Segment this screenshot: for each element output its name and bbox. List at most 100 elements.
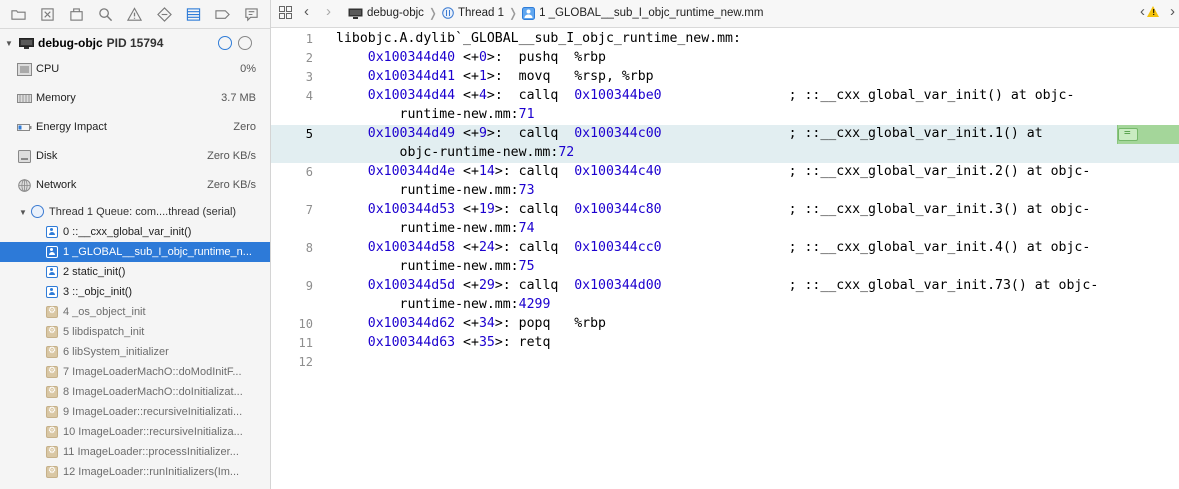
line-number[interactable]: 9 bbox=[271, 279, 313, 293]
gauge-value: Zero KB/s bbox=[207, 179, 256, 191]
line-number[interactable]: 5 bbox=[271, 127, 313, 141]
line-number[interactable]: 3 bbox=[271, 70, 313, 84]
code-address: 0x100344d63 bbox=[367, 335, 456, 350]
code-token: runtime-new.mm: bbox=[336, 297, 519, 312]
code-token: >: popq %rbp bbox=[494, 316, 606, 331]
code-token: >: pushq %rbp bbox=[486, 50, 606, 65]
code-token: >: callq bbox=[486, 126, 575, 141]
code-line[interactable]: 8 0x100344d58 <+24>: callq 0x100344cc0 ;… bbox=[271, 239, 1179, 277]
line-number[interactable]: 12 bbox=[271, 355, 313, 369]
stack-frame-row[interactable]: 9 ImageLoader::recursiveInitializati... bbox=[0, 402, 270, 422]
disclosure-triangle-icon[interactable]: ▼ bbox=[5, 39, 15, 48]
code-line[interactable]: 5 0x100344d49 <+9>: callq 0x100344c00 ; … bbox=[271, 125, 1179, 163]
jump-bar: ‹ › debug-objc ❭ Thread 1 ❭ 1 _GLOBAL__s… bbox=[271, 0, 1179, 28]
code-line[interactable]: 1 libobjc.A.dylib`_GLOBAL__sub_I_objc_run… bbox=[271, 30, 1179, 49]
test-icon[interactable] bbox=[156, 6, 172, 22]
forward-button[interactable]: › bbox=[326, 3, 331, 20]
code-line[interactable]: 3 0x100344d41 <+1>: movq %rsp, %rbp bbox=[271, 68, 1179, 87]
gauge-disk[interactable]: Disk Zero KB/s bbox=[0, 146, 270, 166]
code-line[interactable]: 11 0x100344d63 <+35>: retq bbox=[271, 334, 1179, 353]
stack-frame-row[interactable]: 11 ImageLoader::processInitializer... bbox=[0, 442, 270, 462]
code-token: <+ bbox=[455, 126, 479, 141]
line-number[interactable]: 6 bbox=[271, 165, 313, 179]
line-number[interactable]: 7 bbox=[271, 203, 313, 217]
breakpoint-icon[interactable] bbox=[214, 6, 230, 22]
monitor-icon bbox=[19, 37, 34, 49]
user-frame-icon bbox=[46, 226, 58, 238]
disclosure-triangle-icon[interactable]: ▼ bbox=[19, 208, 27, 217]
back-button[interactable]: ‹ bbox=[304, 3, 309, 20]
stack-frame-row[interactable]: 1 _GLOBAL__sub_I_objc_runtime_n... bbox=[0, 242, 270, 262]
search-icon[interactable] bbox=[98, 6, 114, 22]
code-line[interactable]: 9 0x100344d5d <+29>: callq 0x100344d00 ;… bbox=[271, 277, 1179, 315]
source-control-icon[interactable] bbox=[40, 6, 56, 22]
program-counter-marker[interactable] bbox=[1117, 125, 1179, 144]
gauge-network[interactable]: Network Zero KB/s bbox=[0, 175, 270, 195]
gauge-label: Disk bbox=[36, 150, 58, 162]
code-line[interactable]: 2 0x100344d40 <+0>: pushq %rbp bbox=[271, 49, 1179, 68]
line-number[interactable]: 8 bbox=[271, 241, 313, 255]
code-token: >: callq bbox=[486, 88, 575, 103]
grid-icon[interactable] bbox=[279, 6, 292, 19]
code-token: <+ bbox=[455, 316, 479, 331]
code-line[interactable]: 10 0x100344d62 <+34>: popq %rbp bbox=[271, 315, 1179, 334]
stack-frame-label: 5 libdispatch_init bbox=[63, 326, 145, 338]
code-address: 0x100344d5d bbox=[367, 278, 456, 293]
process-row[interactable]: ▼ debug-objc PID 15794 bbox=[0, 33, 270, 53]
stack-frame-row[interactable]: 4 _os_object_init bbox=[0, 302, 270, 322]
debug-icon[interactable] bbox=[185, 6, 201, 22]
stack-frame-row[interactable]: 5 libdispatch_init bbox=[0, 322, 270, 342]
disassembly-editor[interactable]: 1 libobjc.A.dylib`_GLOBAL__sub_I_objc_run… bbox=[271, 28, 1179, 489]
thread-row[interactable]: ▼ Thread 1 Queue: com....thread (serial) bbox=[0, 203, 270, 221]
stack-frame-row[interactable]: 6 libSystem_initializer bbox=[0, 342, 270, 362]
stack-frame-row[interactable]: 0 ::__cxx_global_var_init() bbox=[0, 222, 270, 242]
line-number[interactable]: 2 bbox=[271, 51, 313, 65]
debug-navigator: ▼ debug-objc PID 15794 CPU 0% Memory 3.7… bbox=[0, 0, 271, 489]
stack-frame-row[interactable]: 7 ImageLoaderMachO::doModInitF... bbox=[0, 362, 270, 382]
code-line[interactable]: 6 0x100344d4e <+14>: callq 0x100344c40 ;… bbox=[271, 163, 1179, 201]
line-number[interactable]: 11 bbox=[271, 336, 313, 350]
gauge-cpu[interactable]: CPU 0% bbox=[0, 59, 270, 79]
breadcrumb-process[interactable]: debug-objc bbox=[367, 7, 424, 19]
report-icon[interactable] bbox=[243, 6, 259, 22]
energy-icon bbox=[17, 123, 32, 131]
stack-frame-row[interactable]: 8 ImageLoaderMachO::doInitializat... bbox=[0, 382, 270, 402]
line-number[interactable]: 1 bbox=[271, 32, 313, 46]
stack-frame-row[interactable]: 12 ImageLoader::runInitializers(Im... bbox=[0, 462, 270, 482]
breadcrumb-frame[interactable]: 1 _GLOBAL__sub_I_objc_runtime_new.mm bbox=[539, 7, 763, 19]
breadcrumb-thread[interactable]: Thread 1 bbox=[458, 7, 504, 19]
code-text-continuation: objc-runtime-new.mm:72 bbox=[336, 145, 575, 160]
system-frame-icon bbox=[46, 465, 58, 478]
code-token: ; ::__cxx_global_var_init.1() at bbox=[661, 126, 1043, 141]
code-token: ; ::__cxx_global_var_init.4() at objc- bbox=[661, 240, 1091, 255]
code-address: 0x100344d41 bbox=[367, 69, 456, 84]
issue-icon[interactable] bbox=[127, 6, 143, 22]
code-text: 0x100344d63 <+35>: retq bbox=[336, 335, 551, 350]
stack-frame-row[interactable]: 2 static_init() bbox=[0, 262, 270, 282]
next-issue-button[interactable]: › bbox=[1170, 3, 1175, 20]
thread-icon[interactable] bbox=[238, 36, 252, 50]
gauge-memory[interactable]: Memory 3.7 MB bbox=[0, 88, 270, 108]
code-line[interactable]: 12 bbox=[271, 353, 1179, 372]
chevron-right-icon: ❭ bbox=[508, 6, 519, 20]
folder-icon[interactable] bbox=[11, 6, 27, 22]
symbol-icon[interactable] bbox=[69, 6, 85, 22]
line-number[interactable]: 4 bbox=[271, 89, 313, 103]
system-frame-icon bbox=[46, 305, 58, 318]
pc-arrow-icon[interactable] bbox=[1118, 126, 1138, 141]
code-address: 0x100344cc0 bbox=[574, 240, 662, 255]
code-line[interactable]: 4 0x100344d44 <+4>: callq 0x100344be0 ; … bbox=[271, 87, 1179, 125]
previous-issue-button[interactable]: ‹ bbox=[1140, 3, 1145, 20]
code-line[interactable]: 7 0x100344d53 <+19>: callq 0x100344c80 ;… bbox=[271, 201, 1179, 239]
gauge-label: CPU bbox=[36, 63, 60, 75]
line-number[interactable]: 10 bbox=[271, 317, 313, 331]
stack-frame-row[interactable]: 10 ImageLoader::recursiveInitializa... bbox=[0, 422, 270, 442]
stack-frame-row[interactable]: 3 ::_objc_init() bbox=[0, 282, 270, 302]
code-token: runtime-new.mm: bbox=[336, 183, 519, 198]
gauge-energy[interactable]: Energy Impact Zero bbox=[0, 117, 270, 137]
code-address: 0x100344c00 bbox=[574, 126, 662, 141]
gauge-icon[interactable] bbox=[218, 36, 232, 50]
